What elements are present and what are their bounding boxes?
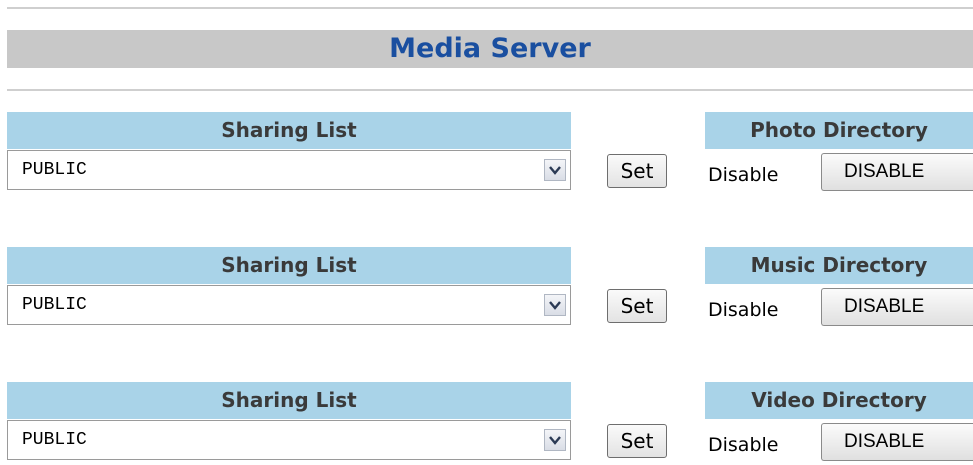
media-server-page: Media Server Sharing List Photo Director… <box>0 0 973 465</box>
top-divider <box>7 7 973 9</box>
chevron-down-icon[interactable] <box>544 294 566 316</box>
video-section: Sharing List Video Directory PUBLIC Set … <box>0 382 973 465</box>
sharing-list-header: Sharing List <box>7 112 571 149</box>
title-divider <box>7 89 973 91</box>
music-sharing-select[interactable]: PUBLIC <box>7 285 571 325</box>
photo-disable-button[interactable]: DISABLE <box>821 153 973 191</box>
sharing-list-header: Sharing List <box>7 382 571 419</box>
music-sharing-select-value: PUBLIC <box>22 295 87 315</box>
video-sharing-select[interactable]: PUBLIC <box>7 420 571 460</box>
photo-section: Sharing List Photo Directory PUBLIC Set … <box>0 112 973 202</box>
music-set-button[interactable]: Set <box>607 289 667 323</box>
music-section: Sharing List Music Directory PUBLIC Set … <box>0 247 973 337</box>
chevron-down-icon[interactable] <box>544 429 566 451</box>
photo-sharing-select[interactable]: PUBLIC <box>7 150 571 190</box>
video-set-button[interactable]: Set <box>607 424 667 458</box>
chevron-down-icon[interactable] <box>544 159 566 181</box>
photo-set-button[interactable]: Set <box>607 154 667 188</box>
photo-sharing-select-value: PUBLIC <box>22 160 87 180</box>
music-directory-header: Music Directory <box>705 247 973 284</box>
video-disable-button[interactable]: DISABLE <box>821 423 973 461</box>
music-directory-status: Disable <box>708 299 779 321</box>
video-directory-header: Video Directory <box>705 382 973 419</box>
photo-directory-header: Photo Directory <box>705 112 973 149</box>
video-sharing-select-value: PUBLIC <box>22 430 87 450</box>
photo-directory-status: Disable <box>708 164 779 186</box>
music-disable-button[interactable]: DISABLE <box>821 288 973 326</box>
sharing-list-header: Sharing List <box>7 247 571 284</box>
video-directory-status: Disable <box>708 434 779 456</box>
page-title: Media Server <box>7 30 973 68</box>
